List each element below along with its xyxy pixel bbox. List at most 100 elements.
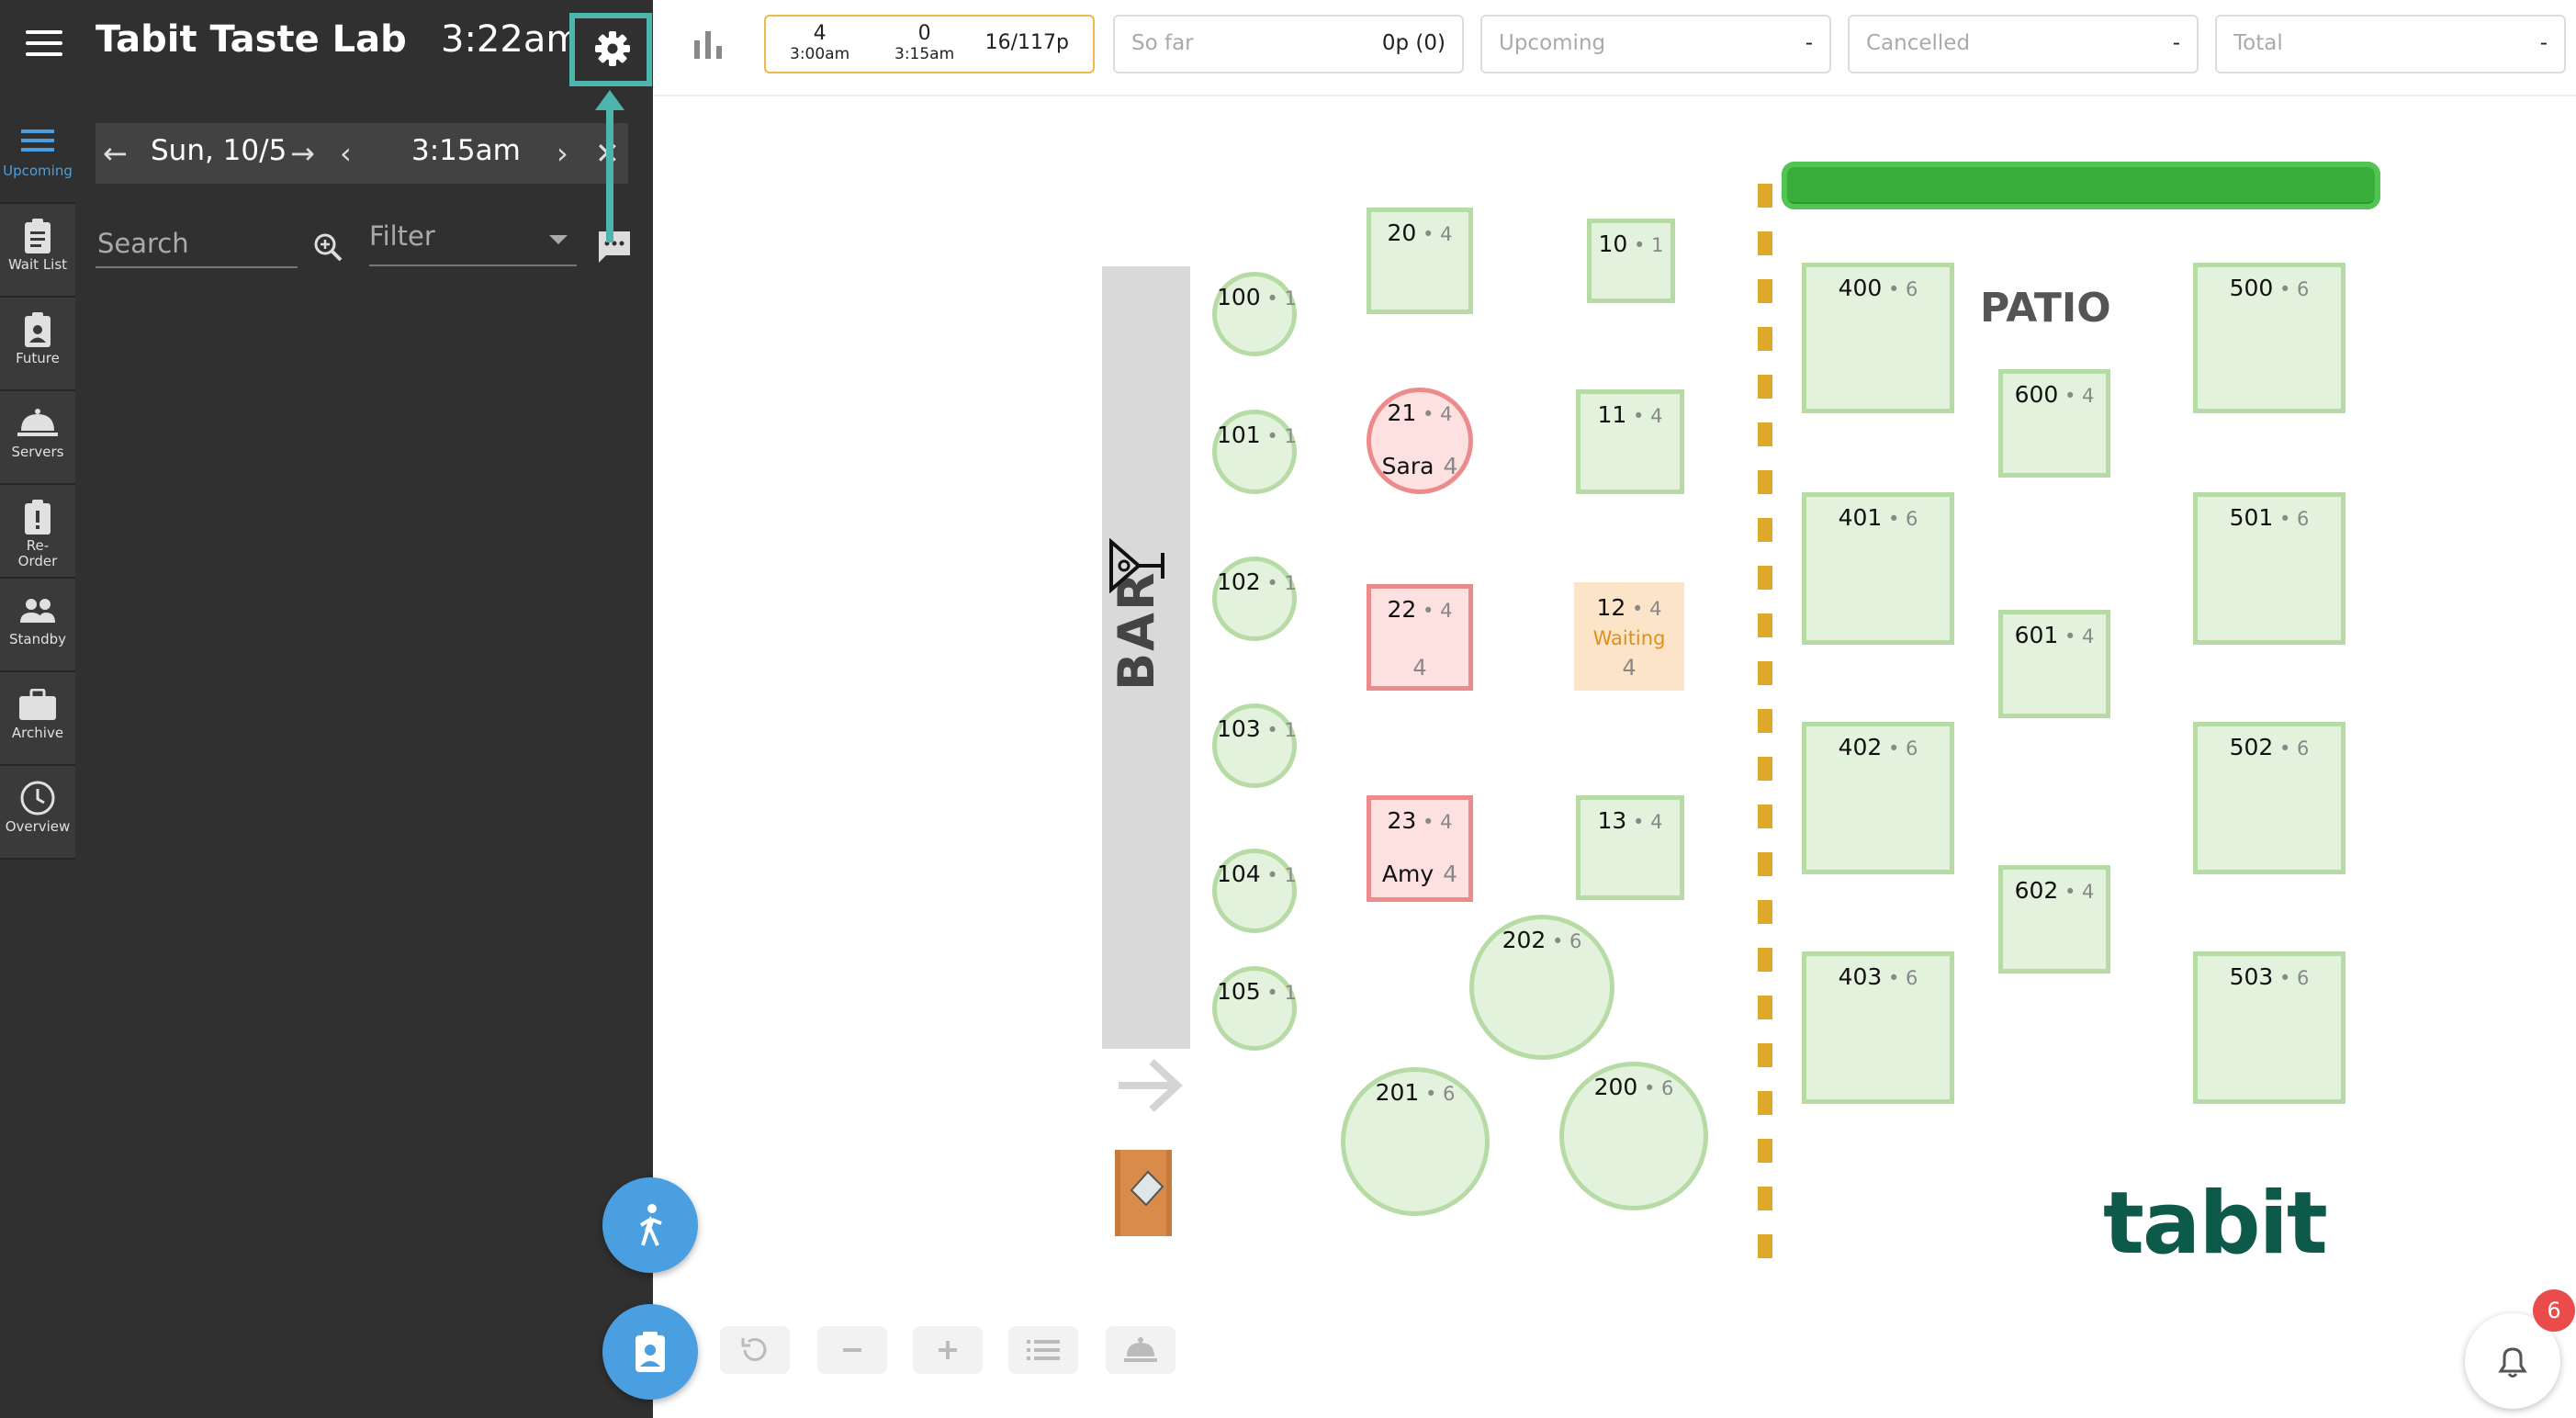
table-22[interactable]: 22 • 44 bbox=[1367, 584, 1473, 691]
cloche-icon bbox=[0, 402, 75, 445]
table-105[interactable]: 105 • 1 bbox=[1212, 966, 1297, 1051]
timeline-card[interactable]: 4 3:00am 0 3:15am 16/117p bbox=[764, 15, 1095, 73]
table-104[interactable]: 104 • 1 bbox=[1212, 849, 1297, 933]
separator-dot: • bbox=[1416, 600, 1441, 622]
table-capacity: 6 bbox=[1906, 967, 1918, 989]
zoom-in-button[interactable] bbox=[913, 1326, 983, 1374]
hamburger-menu-icon[interactable] bbox=[26, 30, 62, 58]
table-number-text: 20 bbox=[1387, 219, 1417, 246]
separator-dot: • bbox=[1416, 223, 1441, 245]
next-day-arrow-icon[interactable]: → bbox=[290, 136, 315, 171]
table-capacity: 1 bbox=[1651, 234, 1664, 256]
nav-wait-list[interactable]: Wait List bbox=[0, 204, 75, 298]
separator-dot: • bbox=[1546, 930, 1570, 952]
new-reservation-button[interactable] bbox=[602, 1304, 698, 1400]
cancelled-value: - bbox=[2172, 31, 2180, 55]
table-capacity: 1 bbox=[1284, 982, 1297, 1004]
list-view-button[interactable] bbox=[1008, 1326, 1078, 1374]
table-402[interactable]: 402 • 6 bbox=[1802, 722, 1954, 874]
table-number-text: 400 bbox=[1838, 275, 1883, 301]
zoom-out-button[interactable] bbox=[817, 1326, 887, 1374]
table-103[interactable]: 103 • 1 bbox=[1212, 703, 1297, 788]
undo-history-button[interactable] bbox=[720, 1326, 790, 1374]
so-far-card[interactable]: So far 0p (0) bbox=[1113, 15, 1464, 73]
separator-dot: • bbox=[1637, 1077, 1662, 1099]
table-200[interactable]: 200 • 6 bbox=[1559, 1062, 1708, 1210]
table-number: 101 • 1 bbox=[1217, 422, 1297, 448]
gear-icon[interactable] bbox=[595, 31, 630, 70]
bell-icon bbox=[2498, 1347, 2527, 1378]
nav-future[interactable]: Future bbox=[0, 298, 75, 391]
nav-servers[interactable]: Servers bbox=[0, 391, 75, 485]
table-number: 20 • 4 bbox=[1371, 219, 1468, 246]
table-502[interactable]: 502 • 6 bbox=[2193, 722, 2345, 874]
walk-in-button[interactable] bbox=[602, 1177, 698, 1273]
separator-dot: • bbox=[1882, 967, 1907, 989]
table-capacity: 4 bbox=[1440, 403, 1453, 425]
table-601[interactable]: 601 • 4 bbox=[1998, 610, 2110, 718]
table-602[interactable]: 602 • 4 bbox=[1998, 865, 2110, 973]
guest-name: Amy bbox=[1381, 861, 1434, 887]
clock-icon bbox=[0, 777, 75, 819]
table-202[interactable]: 202 • 6 bbox=[1469, 915, 1614, 1060]
table-number: 402 • 6 bbox=[1806, 734, 1950, 760]
table-600[interactable]: 600 • 4 bbox=[1998, 369, 2110, 478]
time-label[interactable]: 3:15am bbox=[411, 134, 521, 167]
next-time-chevron-icon[interactable]: › bbox=[557, 136, 568, 171]
patio-divider bbox=[1758, 184, 1772, 1267]
left-panel: Tabit Taste Lab 3:22am Upcoming Wait Lis… bbox=[0, 0, 698, 1418]
table-number: 102 • 1 bbox=[1217, 568, 1297, 595]
nav-overview[interactable]: Overview bbox=[0, 766, 75, 860]
upcoming-card[interactable]: Upcoming - bbox=[1480, 15, 1831, 73]
table-number-text: 103 bbox=[1217, 715, 1261, 742]
search-input[interactable] bbox=[96, 220, 298, 268]
nav-reorder[interactable]: Re- Order bbox=[0, 485, 75, 579]
table-number: 200 • 6 bbox=[1564, 1074, 1704, 1100]
nav-standby[interactable]: Standby bbox=[0, 579, 75, 672]
filter-dropdown[interactable]: Filter bbox=[369, 220, 577, 266]
table-23[interactable]: 23 • 4 Amy 4 bbox=[1367, 795, 1473, 902]
clipboard-person-icon bbox=[636, 1332, 665, 1372]
table-20[interactable]: 20 • 4 bbox=[1367, 208, 1473, 314]
list-icon bbox=[0, 121, 75, 163]
search-icon[interactable] bbox=[312, 231, 343, 266]
table-12[interactable]: 12 • 4 Waiting 4 bbox=[1574, 582, 1684, 691]
table-number: 103 • 1 bbox=[1217, 715, 1297, 742]
table-10[interactable]: 10 • 1 bbox=[1587, 219, 1675, 303]
prev-day-arrow-icon[interactable]: ← bbox=[103, 136, 128, 171]
nav-label: Overview bbox=[5, 818, 71, 835]
table-number-text: 601 bbox=[2014, 622, 2059, 648]
table-capacity: 1 bbox=[1284, 425, 1297, 447]
chat-bubble-icon[interactable] bbox=[597, 230, 632, 268]
nav-upcoming[interactable]: Upcoming bbox=[0, 110, 75, 204]
table-501[interactable]: 501 • 6 bbox=[2193, 492, 2345, 645]
table-number-text: 602 bbox=[2014, 877, 2059, 904]
servers-view-button[interactable] bbox=[1106, 1326, 1176, 1374]
table-21[interactable]: 21 • 4 Sara 4 bbox=[1367, 388, 1473, 494]
table-403[interactable]: 403 • 6 bbox=[1802, 951, 1954, 1104]
separator-dot: • bbox=[1416, 403, 1441, 425]
table-101[interactable]: 101 • 1 bbox=[1212, 410, 1297, 494]
bar-chart-icon[interactable] bbox=[694, 28, 722, 62]
plus-icon bbox=[939, 1341, 957, 1359]
table-capacity: 4 bbox=[2082, 625, 2095, 647]
table-13[interactable]: 13 • 4 bbox=[1576, 795, 1684, 900]
timeline-slot: 0 3:15am bbox=[894, 22, 954, 63]
table-102[interactable]: 102 • 1 bbox=[1212, 557, 1297, 641]
table-capacity: 1 bbox=[1284, 719, 1297, 741]
table-number-text: 503 bbox=[2229, 963, 2274, 990]
table-400[interactable]: 400 • 6 bbox=[1802, 263, 1954, 413]
cancelled-card[interactable]: Cancelled - bbox=[1848, 15, 2199, 73]
table-100[interactable]: 100 • 1 bbox=[1212, 272, 1297, 356]
date-label[interactable]: Sun, 10/5 bbox=[151, 134, 287, 167]
table-11[interactable]: 11 • 4 bbox=[1576, 389, 1684, 494]
separator-dot: • bbox=[1260, 572, 1285, 594]
table-500[interactable]: 500 • 6 bbox=[2193, 263, 2345, 413]
total-card[interactable]: Total - bbox=[2215, 15, 2566, 73]
separator-dot: • bbox=[1416, 811, 1441, 833]
nav-archive[interactable]: Archive bbox=[0, 672, 75, 766]
prev-time-chevron-icon[interactable]: ‹ bbox=[340, 136, 352, 171]
table-503[interactable]: 503 • 6 bbox=[2193, 951, 2345, 1104]
table-201[interactable]: 201 • 6 bbox=[1341, 1067, 1490, 1216]
table-401[interactable]: 401 • 6 bbox=[1802, 492, 1954, 645]
